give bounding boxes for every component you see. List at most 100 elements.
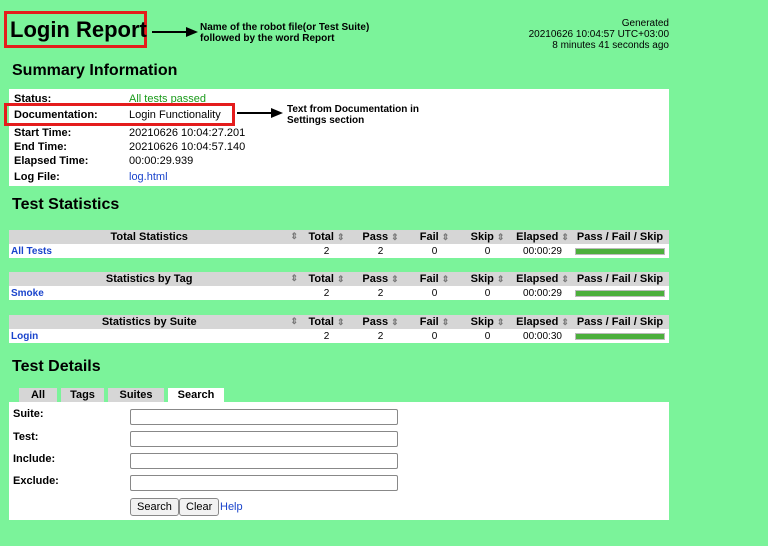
column-header-pass[interactable]: Pass ⇕ [353, 315, 408, 329]
generated-time: 20210626 10:04:57 UTC+03:00 [528, 29, 669, 40]
sort-icon: ⇕ [496, 232, 505, 242]
stat-pass: 2 [353, 244, 408, 258]
column-header-name[interactable]: Statistics by Tag ⇕ [9, 272, 300, 286]
documentation-annotation: Text from Documentation in Settings sect… [287, 104, 419, 126]
table-row[interactable]: All Tests 2 2 0 0 00:00:29 [9, 244, 669, 258]
stat-fail: 0 [408, 244, 461, 258]
column-header-graph: Pass / Fail / Skip [571, 315, 669, 329]
stat-skip: 0 [461, 329, 514, 343]
table-header-row: Statistics by Tag ⇕ Total ⇕ Pass ⇕ Fail ⇕ Sk… [9, 272, 669, 286]
stat-graph [571, 244, 669, 258]
tag-statistics-table: Statistics by Tag ⇕ Total ⇕ Pass ⇕ Fail ⇕ Sk… [9, 272, 669, 300]
column-header-elapsed[interactable]: Elapsed ⇕ [514, 230, 571, 244]
tab-suites[interactable]: Suites [108, 388, 164, 402]
title-annotation-line1: Name of the robot file(or Test Suite) [200, 22, 370, 33]
include-input[interactable] [130, 453, 398, 469]
end-time-value: 20210626 10:04:57.140 [129, 141, 246, 153]
sort-icon: ⇕ [561, 232, 569, 242]
suite-input[interactable] [130, 409, 398, 425]
stat-graph [571, 329, 669, 343]
stat-fail: 0 [408, 286, 461, 300]
column-header-name[interactable]: Total Statistics ⇕ [9, 230, 300, 244]
sort-icon: ⇕ [336, 317, 345, 327]
table-header-row: Total Statistics ⇕ Total ⇕ Pass ⇕ Fail ⇕ Ski… [9, 230, 669, 244]
test-input[interactable] [130, 431, 398, 447]
column-header-elapsed[interactable]: Elapsed ⇕ [514, 315, 571, 329]
stat-skip: 0 [461, 286, 514, 300]
sort-icon: ⇕ [391, 232, 399, 242]
column-header-total[interactable]: Total ⇕ [300, 230, 353, 244]
title-annotation: Name of the robot file(or Test Suite) fo… [200, 22, 369, 44]
sort-icon: ⇕ [441, 317, 450, 327]
sort-icon: ⇕ [561, 317, 569, 327]
column-header-fail[interactable]: Fail ⇕ [408, 315, 461, 329]
column-header-skip[interactable]: Skip ⇕ [461, 315, 514, 329]
stat-elapsed: 00:00:29 [514, 244, 571, 258]
pass-bar [576, 290, 664, 296]
elapsed-time-value: 00:00:29.939 [129, 155, 194, 167]
stat-pass: 2 [353, 286, 408, 300]
column-header-total[interactable]: Total ⇕ [300, 315, 353, 329]
help-link[interactable]: Help [220, 501, 243, 513]
tab-tags[interactable]: Tags [61, 388, 104, 402]
test-field-label: Test: [13, 431, 39, 443]
column-header-total[interactable]: Total ⇕ [300, 272, 353, 286]
column-header-fail[interactable]: Fail ⇕ [408, 230, 461, 244]
arrow-right-icon [237, 108, 283, 118]
stat-elapsed: 00:00:29 [514, 286, 571, 300]
stat-elapsed: 00:00:30 [514, 329, 571, 343]
column-header-fail[interactable]: Fail ⇕ [408, 272, 461, 286]
column-header-graph: Pass / Fail / Skip [571, 272, 669, 286]
stat-skip: 0 [461, 244, 514, 258]
tab-all[interactable]: All [19, 388, 57, 402]
total-statistics-table: Total Statistics ⇕ Total ⇕ Pass ⇕ Fail ⇕ Ski… [9, 230, 669, 258]
sort-icon: ⇕ [336, 232, 345, 242]
exclude-input[interactable] [130, 475, 398, 491]
pass-bar [576, 333, 664, 339]
search-button[interactable]: Search [130, 498, 179, 516]
generated-info: Generated 20210626 10:04:57 UTC+03:00 8 … [529, 18, 669, 51]
generated-ago: 8 minutes 41 seconds ago [552, 40, 669, 51]
stat-name-link[interactable]: All Tests [11, 246, 52, 257]
sort-icon: ⇕ [496, 274, 505, 284]
end-time-label: End Time: [14, 141, 67, 153]
log-file-link[interactable]: log.html [129, 171, 168, 183]
summary-row-end: End Time: 20210626 10:04:57.140 [9, 141, 309, 153]
sort-icon: ⇕ [290, 231, 298, 241]
table-header-row: Statistics by Suite ⇕ Total ⇕ Pass ⇕ Fail ⇕ … [9, 315, 669, 329]
column-header-elapsed[interactable]: Elapsed ⇕ [514, 272, 571, 286]
search-panel: Suite: Test: Include: Exclude: Search Cl… [9, 402, 669, 520]
details-heading: Test Details [12, 358, 101, 375]
stat-total: 2 [300, 329, 353, 343]
column-header-skip[interactable]: Skip ⇕ [461, 272, 514, 286]
report-title: Login Report [10, 17, 147, 42]
elapsed-time-label: Elapsed Time: [14, 155, 89, 167]
title-annotation-line2: followed by the word Report [200, 33, 335, 44]
summary-row-log: Log File: log.html [9, 171, 309, 183]
table-row[interactable]: Login 2 2 0 0 00:00:30 [9, 329, 669, 343]
table-row[interactable]: Smoke 2 2 0 0 00:00:29 [9, 286, 669, 300]
stat-graph [571, 286, 669, 300]
column-header-pass[interactable]: Pass ⇕ [353, 230, 408, 244]
stat-fail: 0 [408, 329, 461, 343]
exclude-field-label: Exclude: [13, 475, 59, 487]
sort-icon: ⇕ [391, 274, 399, 284]
pass-bar [576, 248, 664, 254]
sort-icon: ⇕ [391, 317, 399, 327]
stat-name-link[interactable]: Smoke [11, 288, 44, 299]
suite-statistics-table: Statistics by Suite ⇕ Total ⇕ Pass ⇕ Fail ⇕ … [9, 315, 669, 343]
start-time-value: 20210626 10:04:27.201 [129, 127, 246, 139]
stat-pass: 2 [353, 329, 408, 343]
clear-button[interactable]: Clear [179, 498, 220, 516]
sort-icon: ⇕ [496, 317, 505, 327]
column-header-pass[interactable]: Pass ⇕ [353, 272, 408, 286]
column-header-graph: Pass / Fail / Skip [571, 230, 669, 244]
sort-icon: ⇕ [441, 232, 450, 242]
summary-row-start: Start Time: 20210626 10:04:27.201 [9, 127, 309, 139]
stat-name-link[interactable]: Login [11, 331, 38, 342]
stat-total: 2 [300, 244, 353, 258]
sort-icon: ⇕ [290, 316, 298, 326]
column-header-skip[interactable]: Skip ⇕ [461, 230, 514, 244]
doc-annotation-line1: Text from Documentation in [287, 104, 420, 115]
column-header-name[interactable]: Statistics by Suite ⇕ [9, 315, 300, 329]
